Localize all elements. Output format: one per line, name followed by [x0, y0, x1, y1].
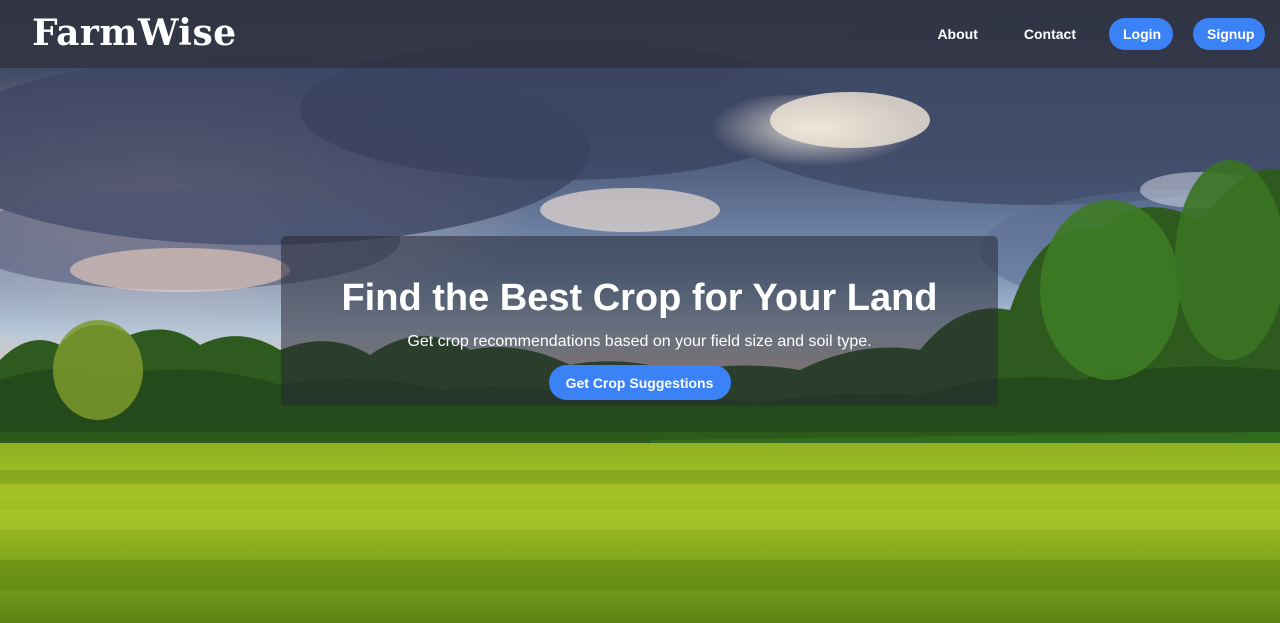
hero-title: Find the Best Crop for Your Land [341, 277, 938, 319]
hero-panel: Find the Best Crop for Your Land Get cro… [281, 236, 998, 406]
brand-logo[interactable]: FarmWise [32, 12, 237, 54]
nav-link-contact[interactable]: Contact [1024, 26, 1076, 42]
signup-button[interactable]: Signup [1193, 18, 1265, 50]
get-crop-suggestions-button[interactable]: Get Crop Suggestions [548, 365, 731, 400]
login-button[interactable]: Login [1109, 18, 1173, 50]
nav-link-about[interactable]: About [937, 26, 977, 42]
landing-page: FarmWise About Contact Login Signup Find… [0, 0, 1280, 623]
hero-subtitle: Get crop recommendations based on your f… [407, 333, 872, 350]
top-navbar: FarmWise About Contact Login Signup [0, 0, 1280, 68]
nav-links: About Contact Login Signup [937, 18, 1265, 50]
